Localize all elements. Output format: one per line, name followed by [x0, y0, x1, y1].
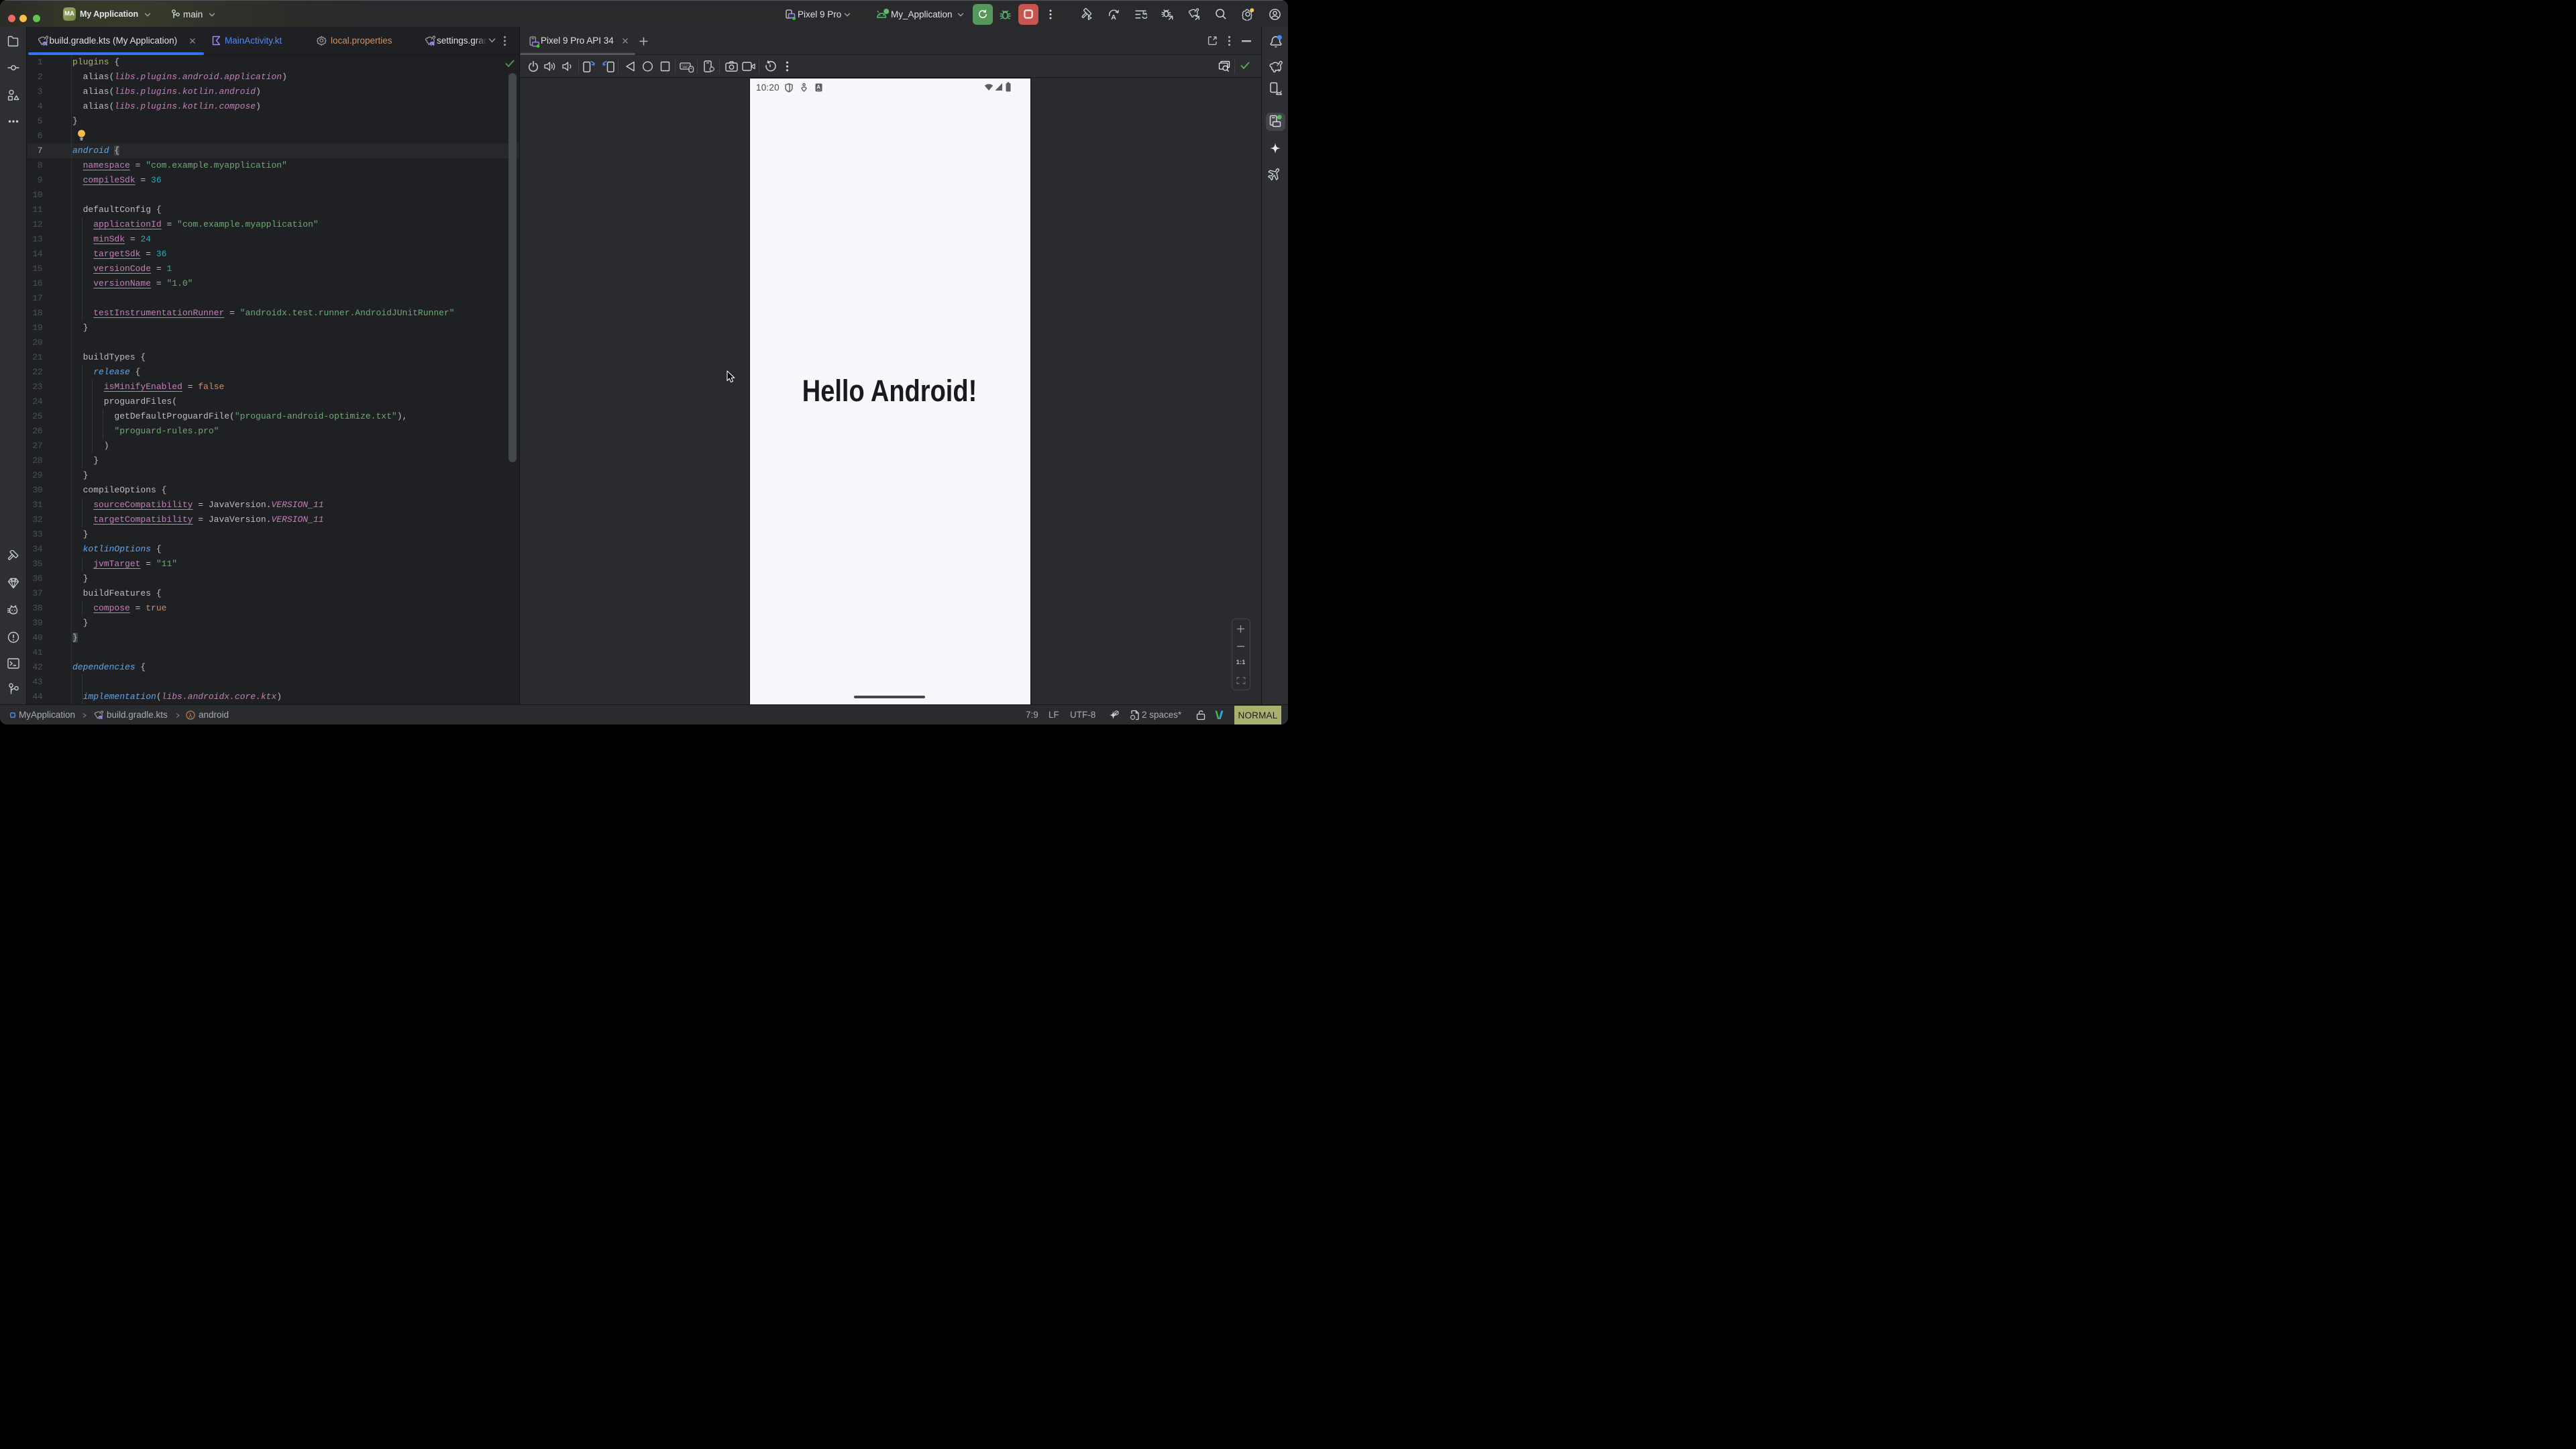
- svg-text:A: A: [816, 84, 820, 90]
- svg-text:λ: λ: [189, 712, 192, 720]
- svg-text:A: A: [1111, 13, 1116, 21]
